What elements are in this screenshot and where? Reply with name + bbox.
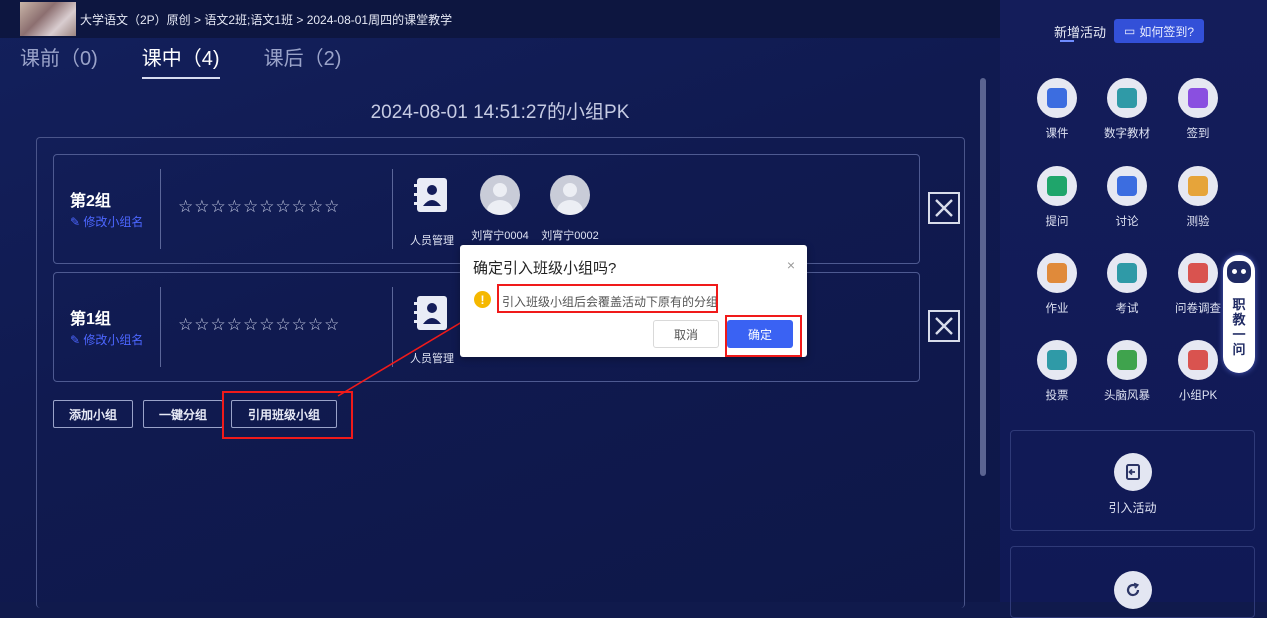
how-to-label: 如何签到?	[1139, 24, 1195, 39]
brainstorm-icon	[1107, 340, 1147, 380]
digital-textbook-icon	[1107, 78, 1147, 118]
import-icon	[1113, 453, 1152, 491]
activity-tool[interactable]: 签到	[1163, 78, 1233, 141]
activity-tool[interactable]: 课件	[1022, 78, 1092, 141]
exam-icon	[1107, 253, 1147, 293]
import-activity-label: 引入活动	[1108, 501, 1157, 515]
activity-tool[interactable]: 数字教材	[1092, 78, 1162, 141]
activity-tool-label: 小组PK	[1178, 390, 1218, 402]
activity-tool[interactable]: 测验	[1163, 166, 1233, 229]
activity-tool-label: 讨论	[1115, 216, 1139, 228]
warning-icon: !	[474, 291, 491, 308]
new-activity-heading[interactable]: 新增活动	[1054, 22, 1106, 41]
group-pk-icon	[1178, 340, 1218, 380]
activity-tool[interactable]: 投票	[1022, 340, 1092, 403]
refresh-icon	[1113, 571, 1152, 609]
refresh-card[interactable]	[1010, 546, 1255, 618]
activity-tool-label: 课件	[1045, 128, 1069, 140]
question-icon	[1037, 166, 1077, 206]
assistant-label: 职教一问	[1232, 297, 1246, 357]
check-in-icon	[1178, 78, 1218, 118]
courseware-icon	[1037, 78, 1077, 118]
vote-icon	[1037, 340, 1077, 380]
survey-icon	[1178, 253, 1218, 293]
highlight-box	[497, 284, 718, 313]
import-activity-card[interactable]: 引入活动	[1010, 430, 1255, 531]
activity-tool-label: 投票	[1045, 390, 1069, 402]
activity-tool[interactable]: 讨论	[1092, 166, 1162, 229]
cancel-button[interactable]: 取消	[653, 320, 719, 348]
dialog-close-icon[interactable]: ×	[787, 257, 795, 273]
activity-tool-label: 作业	[1045, 303, 1069, 315]
activity-tool[interactable]: 头脑风暴	[1092, 340, 1162, 403]
quiz-icon	[1178, 166, 1218, 206]
activity-tool-label: 数字教材	[1104, 128, 1150, 140]
how-to-check-in-button[interactable]: ▭ 如何签到?	[1114, 19, 1204, 43]
discussion-icon	[1107, 166, 1147, 206]
video-icon: ▭	[1123, 24, 1136, 38]
activity-tool-label: 头脑风暴	[1104, 390, 1150, 402]
heading-underline	[1060, 40, 1074, 42]
activity-tool[interactable]: 作业	[1022, 253, 1092, 316]
activity-tool-label: 签到	[1186, 128, 1210, 140]
activity-tool[interactable]: 提问	[1022, 166, 1092, 229]
activity-tool-label: 测验	[1186, 216, 1210, 228]
activity-tool-label: 考试	[1115, 303, 1139, 315]
activity-tool[interactable]: 考试	[1092, 253, 1162, 316]
homework-icon	[1037, 253, 1077, 293]
robot-icon	[1227, 261, 1251, 283]
highlight-box	[725, 315, 802, 357]
activity-tool-label: 提问	[1045, 216, 1069, 228]
dialog-title: 确定引入班级小组吗?	[473, 260, 617, 277]
ai-assistant-widget[interactable]: 职教一问	[1223, 255, 1255, 373]
